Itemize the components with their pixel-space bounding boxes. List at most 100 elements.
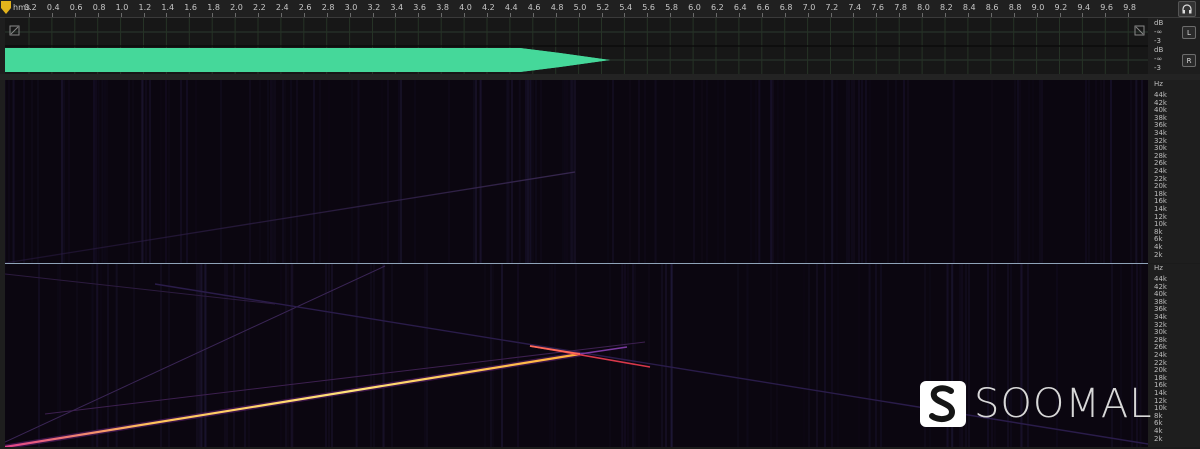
ruler-tick-label: 9.0 — [1031, 3, 1045, 12]
ruler-tick-mark — [51, 13, 53, 17]
ruler-tick-label: 8.4 — [962, 3, 976, 12]
ruler-tick-mark — [280, 13, 282, 17]
ruler-tick-label: 8.8 — [1008, 3, 1022, 12]
ruler-tick-label: 5.8 — [665, 3, 678, 12]
hz-tick-label: 44k — [1154, 91, 1167, 99]
hz-tick-label: 14k — [1154, 205, 1167, 213]
ruler-tick-mark — [143, 13, 145, 17]
headphone-icon[interactable] — [1178, 1, 1196, 17]
waveform-graph — [5, 18, 1148, 74]
ruler-tick-label: 1.6 — [184, 3, 198, 12]
frequency-axis-top: Hz 44k 42k 40k 38k 36k 34k 32k 30k 28k 26k 24k 22k 20… — [1148, 80, 1200, 263]
ruler-tick-mark — [1082, 13, 1084, 17]
ruler-tick-mark — [235, 13, 237, 17]
ruler-tick-label: 3.8 — [436, 3, 449, 12]
ruler-tick-label: 6.4 — [733, 3, 747, 12]
ruler-tick-mark — [967, 13, 969, 17]
spectrogram-left-channel[interactable] — [5, 80, 1148, 263]
ruler-tick-label: 7.6 — [871, 3, 885, 12]
ruler-tick-mark — [120, 13, 122, 17]
ruler-tick-label: 3.6 — [413, 3, 427, 12]
hz-tick-label: 24k — [1154, 167, 1167, 175]
channel-right-button[interactable]: R — [1182, 54, 1196, 67]
ruler-tick-label: 0.6 — [69, 3, 83, 12]
ruler-tick-mark — [303, 13, 305, 17]
ruler-tick-label: 5.0 — [573, 3, 587, 12]
ruler-tick-mark — [784, 13, 786, 17]
ruler-tick-mark — [1105, 13, 1107, 17]
ruler-tick-label: 4.4 — [504, 3, 518, 12]
ruler-tick-label: 1.0 — [115, 3, 129, 12]
waveform-panel[interactable] — [5, 18, 1148, 74]
ruler-tick-label: 3.4 — [390, 3, 404, 12]
frequency-axis-bottom: Hz 44k 42k 40k 38k 36k 34k 32k 30k 28k 26k 24k 22k 20… — [1148, 264, 1200, 447]
hz-tick-label: 34k — [1154, 313, 1167, 321]
ruler-tick-mark — [624, 13, 626, 17]
ruler-tick-mark — [1059, 13, 1061, 17]
ruler-tick-mark — [189, 13, 191, 17]
ruler-tick-mark — [876, 13, 878, 17]
ruler-tick-label: 0.8 — [92, 3, 106, 12]
ruler-tick-label: 2.0 — [230, 3, 243, 12]
ruler-tick-mark — [29, 13, 30, 17]
hz-tick-label: 2k — [1154, 250, 1163, 259]
inf-label-top: -∞ — [1154, 28, 1163, 36]
playhead-marker-icon[interactable] — [1, 1, 11, 14]
ruler-tick-mark — [716, 13, 717, 17]
ruler-tick-label: 6.8 — [779, 3, 793, 12]
hz-tick-label: 34k — [1154, 129, 1167, 137]
ruler-tick-label: 8.2 — [940, 3, 953, 12]
ruler-tick-mark — [395, 13, 397, 17]
ruler-tick-mark — [372, 13, 374, 17]
ruler-tick-mark — [578, 13, 580, 17]
ruler-tick-label: 7.4 — [848, 3, 862, 12]
ruler-tick-label: 4.0 — [459, 3, 472, 12]
ruler-tick-mark — [761, 13, 763, 17]
channel-left-button[interactable]: L — [1182, 26, 1196, 39]
ruler-tick-mark — [738, 13, 740, 17]
minus3-label-top: -3 — [1154, 37, 1161, 45]
hz-tick-label: 4k — [1154, 427, 1163, 435]
hz-tick-label: 44k — [1154, 275, 1167, 283]
ruler-tick-label: 0.4 — [46, 3, 60, 12]
ruler-tick-mark — [1036, 13, 1038, 17]
hz-tick-label: 2k — [1154, 434, 1163, 443]
ruler-tick-mark — [1128, 13, 1130, 17]
time-ruler[interactable]: hms 0.2 0.4 0.6 0.8 1.0 1.2 1.4 1.6 1.8 2.0 2.2 2.4… — [0, 0, 1200, 18]
ruler-tick-label: 9.4 — [1077, 3, 1091, 12]
ruler-tick-mark — [487, 13, 488, 17]
ruler-tick-label: 1.8 — [207, 3, 220, 12]
db-label-bottom: dB — [1154, 46, 1164, 54]
ruler-tick-mark — [326, 13, 328, 17]
ruler-tick-mark — [441, 13, 443, 17]
inf-label-bottom: -∞ — [1154, 55, 1163, 63]
ruler-tick-label: 9.6 — [1100, 3, 1114, 12]
db-label-top: dB — [1154, 19, 1164, 27]
amplitude-scale: dB -∞ -3 dB -∞ -3 L R — [1148, 18, 1200, 74]
ruler-tick-label: 4.6 — [527, 3, 541, 12]
ruler-tick-label: 0.2 — [24, 3, 37, 12]
ruler-tick-mark — [258, 13, 259, 17]
ruler-tick-mark — [853, 13, 855, 17]
hz-unit-label: Hz — [1154, 264, 1163, 272]
ruler-tick-label: 2.6 — [298, 3, 312, 12]
ruler-tick-label: 2.2 — [253, 3, 266, 12]
ruler-tick-label: 2.4 — [275, 3, 289, 12]
ruler-tick-mark — [532, 13, 534, 17]
ruler-tick-mark — [97, 13, 99, 17]
ruler-tick-label: 7.0 — [802, 3, 816, 12]
waveform-channel-right — [5, 48, 610, 72]
ruler-tick-label: 9.2 — [1054, 3, 1068, 12]
ruler-tick-mark — [922, 13, 924, 17]
ruler-tick-label: 9.8 — [1123, 3, 1136, 12]
ruler-tick-label: 1.4 — [161, 3, 175, 12]
ruler-tick-label: 7.8 — [894, 3, 907, 12]
ruler-tick-label: 6.6 — [756, 3, 770, 12]
ruler-tick-mark — [693, 13, 695, 17]
ruler-tick-mark — [464, 13, 466, 17]
ruler-tick-label: 6.2 — [711, 3, 724, 12]
ruler-tick-label: 1.2 — [138, 3, 152, 12]
ruler-tick-label: 5.4 — [619, 3, 633, 12]
ruler-tick-label: 8.0 — [917, 3, 930, 12]
ruler-tick-mark — [212, 13, 214, 17]
